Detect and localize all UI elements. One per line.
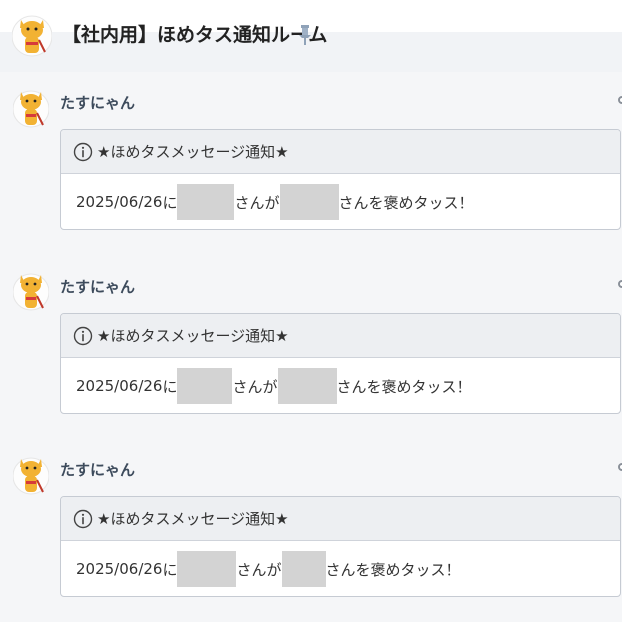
notification-card: ★ほめタスメッセージ通知★ 2025/06/26 に さんが さんを褒めタッス！ — [60, 129, 621, 230]
card-title: ★ほめタスメッセージ通知★ — [97, 327, 289, 345]
card-body: 2025/06/26 に さんが さんを褒めタッス！ — [61, 358, 620, 413]
card-title: ★ほめタスメッセージ通知★ — [97, 143, 289, 161]
card-header: ★ほめタスメッセージ通知★ — [61, 497, 620, 541]
sender-name[interactable]: たすにゃん — [60, 459, 135, 480]
room-avatar-icon[interactable] — [12, 12, 52, 60]
message-text-end: さんを褒めタッス！ — [336, 377, 472, 396]
redacted-name-block — [281, 551, 326, 587]
info-circle-icon — [73, 142, 93, 161]
sender-avatar-icon[interactable] — [13, 269, 49, 315]
message-date: 2025/06/26 — [76, 193, 163, 211]
message-particle: に — [162, 193, 178, 212]
info-circle-icon — [73, 509, 93, 528]
status-dot-icon — [618, 463, 622, 471]
card-header: ★ほめタスメッセージ通知★ — [61, 130, 620, 174]
notification-card: ★ほめタスメッセージ通知★ 2025/06/26 に さんが さんを褒めタッス！ — [60, 313, 621, 414]
sender-name[interactable]: たすにゃん — [60, 276, 135, 297]
message-date: 2025/06/26 — [76, 560, 163, 578]
room-header: 【社内用】ほめタス通知ルーム — [0, 0, 622, 72]
message-text-mid: さんが — [236, 560, 282, 579]
info-circle-icon — [73, 326, 93, 345]
card-header: ★ほめタスメッセージ通知★ — [61, 314, 620, 358]
sender-name[interactable]: たすにゃん — [60, 92, 135, 113]
sender-avatar-icon[interactable] — [13, 453, 49, 499]
message-text-end: さんを褒めタッス！ — [338, 193, 474, 212]
message-particle: に — [162, 560, 178, 579]
redacted-name-block — [279, 184, 339, 220]
message-particle: に — [162, 377, 178, 396]
redacted-name-block — [177, 368, 233, 404]
card-title: ★ほめタスメッセージ通知★ — [97, 510, 289, 528]
card-body: 2025/06/26 に さんが さんを褒めタッス！ — [61, 541, 620, 596]
message-date: 2025/06/26 — [76, 377, 163, 395]
message-text-mid: さんが — [234, 193, 280, 212]
message-text-end: さんを褒めタッス！ — [325, 560, 461, 579]
status-dot-icon — [618, 280, 622, 288]
status-dot-icon — [618, 96, 622, 104]
sender-avatar-icon[interactable] — [13, 86, 49, 132]
message-text-mid: さんが — [232, 377, 278, 396]
redacted-name-block — [177, 551, 237, 587]
redacted-name-block — [177, 184, 235, 220]
pin-icon[interactable] — [298, 24, 312, 46]
room-title: 【社内用】ほめタス通知ルーム — [62, 24, 328, 46]
redacted-name-block — [277, 368, 337, 404]
card-body: 2025/06/26 に さんが さんを褒めタッス！ — [61, 174, 620, 229]
notification-card: ★ほめタスメッセージ通知★ 2025/06/26 に さんが さんを褒めタッス！ — [60, 496, 621, 597]
